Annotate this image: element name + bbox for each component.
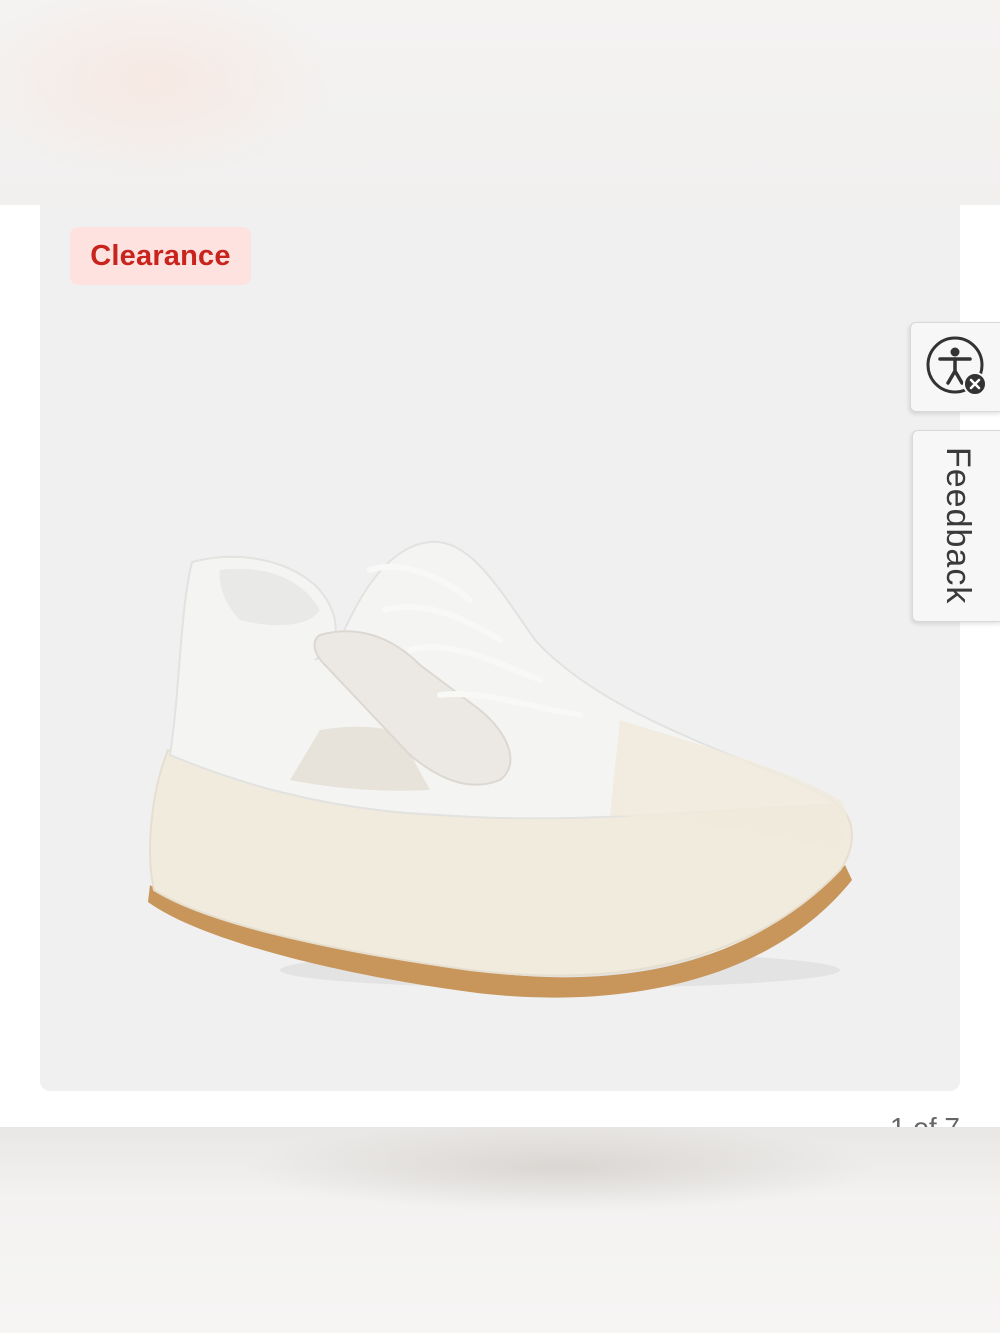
feedback-tab[interactable]: Feedback xyxy=(912,430,1000,622)
bottom-blurred-overlay xyxy=(0,1127,1000,1333)
feedback-label: Feedback xyxy=(939,447,977,605)
accessibility-button[interactable] xyxy=(910,322,1000,412)
product-gallery-page: Clearance Feedback xyxy=(0,0,1000,1333)
top-blurred-header xyxy=(0,0,1000,205)
product-image[interactable] xyxy=(140,530,860,1000)
accessibility-icon xyxy=(926,336,987,396)
clearance-badge: Clearance xyxy=(70,227,251,285)
